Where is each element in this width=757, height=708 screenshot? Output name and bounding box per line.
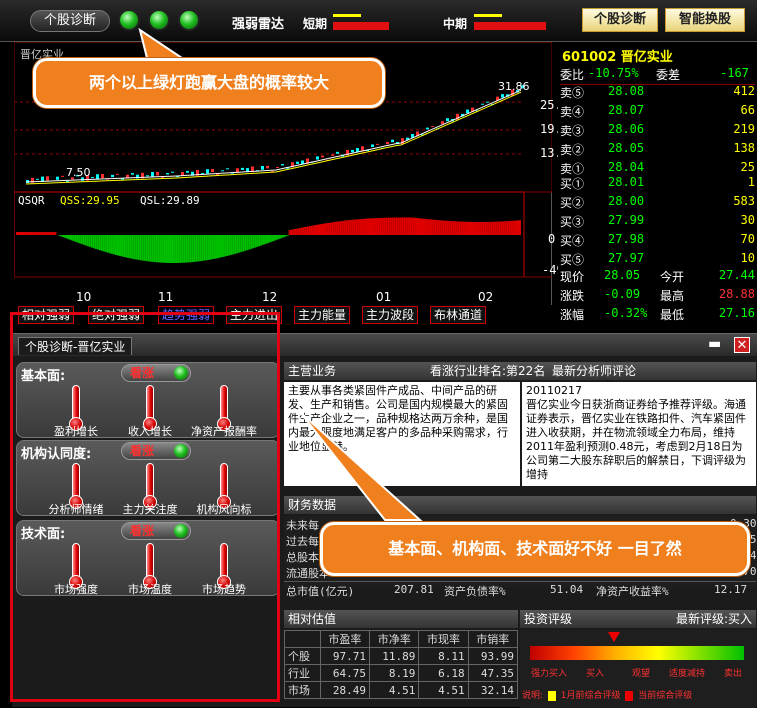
callout-bottom: 基本面、机构面、技术面好不好 一目了然	[320, 522, 750, 576]
callout-top: 两个以上绿灯跑赢大盘的概率较大	[33, 58, 385, 108]
callout-pointer-bottom	[299, 411, 423, 521]
